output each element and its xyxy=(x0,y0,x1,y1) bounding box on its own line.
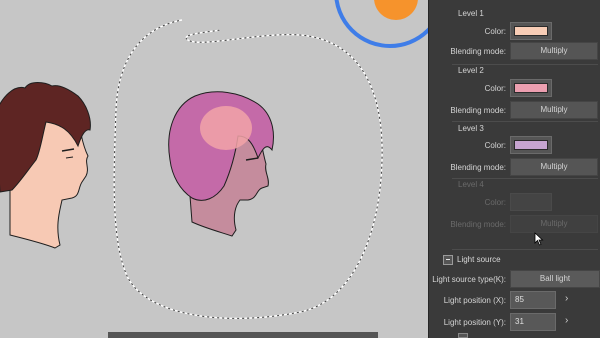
light-position-y-chevron-icon[interactable]: › xyxy=(565,315,568,326)
light-position-x-input[interactable]: 85 xyxy=(510,291,556,309)
light-position-x-chevron-icon[interactable]: › xyxy=(565,293,568,304)
level-2-header: Level 2 xyxy=(458,66,484,75)
level-4-blend-dropdown: Multiply xyxy=(510,215,598,233)
level-2-blend-label: Blending mode: xyxy=(450,106,506,115)
level-4-header: Level 4 xyxy=(458,180,484,189)
level-3-blend-dropdown[interactable]: Multiply xyxy=(510,158,598,176)
light-source-title: Light source xyxy=(457,255,501,264)
level-4-blend-label: Blending mode: xyxy=(450,220,506,229)
level-1-color-label: Color: xyxy=(484,27,506,36)
light-source-collapse-toggle[interactable] xyxy=(443,255,453,265)
drawing-canvas[interactable] xyxy=(0,0,428,338)
level-3-separator xyxy=(452,178,598,179)
light-position-y-label: Light position (Y): xyxy=(443,318,506,327)
canvas-artwork xyxy=(0,0,428,320)
girl-head-illustration xyxy=(168,91,274,237)
level-1-separator xyxy=(452,64,598,65)
level-2-separator xyxy=(452,121,598,122)
light-source-type-label: Light source type(K): xyxy=(432,275,506,284)
level-3-color-fill xyxy=(514,140,548,150)
level-3-header: Level 3 xyxy=(458,124,484,133)
boy-head-illustration xyxy=(0,82,91,249)
canvas-horizontal-scrollbar[interactable] xyxy=(108,332,378,338)
level-2-blend-dropdown[interactable]: Multiply xyxy=(510,101,598,119)
panel-bottom-icon[interactable] xyxy=(458,333,468,338)
level-3-color-label: Color: xyxy=(484,141,506,150)
level-1-color-swatch[interactable] xyxy=(510,22,552,40)
level-1-header: Level 1 xyxy=(458,9,484,18)
light-position-x-label: Light position (X): xyxy=(443,296,506,305)
light-position-y-input[interactable]: 31 xyxy=(510,313,556,331)
level-3-blend-label: Blending mode: xyxy=(450,163,506,172)
level-3-color-swatch[interactable] xyxy=(510,136,552,154)
level-1-color-fill xyxy=(514,26,548,36)
light-sun-icon[interactable] xyxy=(374,0,418,20)
level-1-blend-label: Blending mode: xyxy=(450,47,506,56)
level-1-blend-dropdown[interactable]: Multiply xyxy=(510,42,598,60)
level-2-color-fill xyxy=(514,83,548,93)
level-2-color-label: Color: xyxy=(484,84,506,93)
light-source-type-dropdown[interactable]: Ball light xyxy=(510,270,600,288)
level-4-color-label: Color: xyxy=(484,198,506,207)
level-2-color-swatch[interactable] xyxy=(510,79,552,97)
level-4-color-swatch xyxy=(510,193,552,211)
light-source-separator xyxy=(452,249,598,250)
mouse-cursor-icon xyxy=(534,232,544,246)
